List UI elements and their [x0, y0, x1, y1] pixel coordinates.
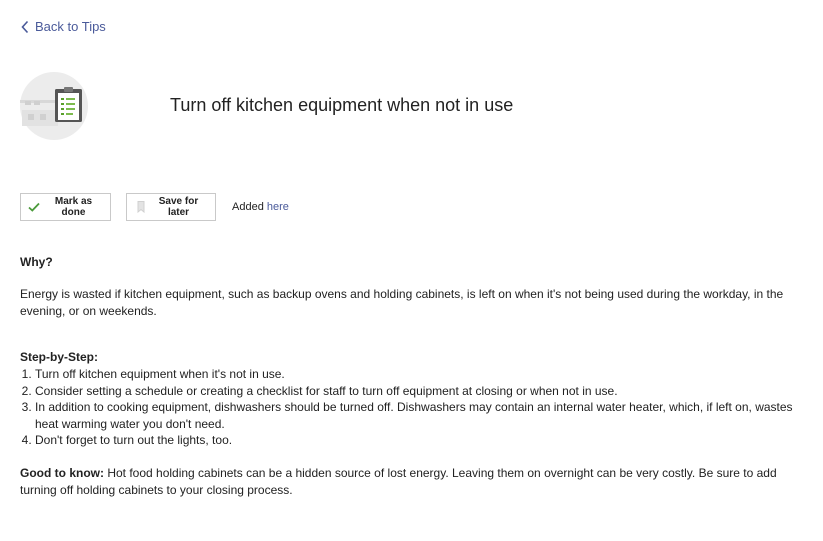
chevron-left-icon — [21, 20, 29, 33]
added-note: Added here — [232, 201, 289, 213]
good-to-know: Good to know: Hot food holding cabinets … — [20, 465, 800, 498]
added-prefix: Added — [232, 201, 264, 213]
step-item: Consider setting a schedule or creating … — [35, 383, 815, 400]
steps-list: Turn off kitchen equipment when it's not… — [20, 366, 815, 449]
added-here-link[interactable]: here — [267, 201, 289, 213]
why-body: Energy is wasted if kitchen equipment, s… — [20, 287, 784, 318]
back-to-tips-link[interactable]: Back to Tips — [20, 19, 106, 34]
mark-as-done-label: Mark as done — [54, 196, 93, 218]
step-item: In addition to cooking equipment, dishwa… — [35, 399, 815, 432]
back-link-label: Back to Tips — [35, 19, 106, 34]
steps-heading: Step-by-Step: — [20, 350, 98, 364]
mark-as-done-button[interactable]: Mark as done — [20, 193, 111, 221]
good-to-know-body: Hot food holding cabinets can be a hidde… — [20, 466, 777, 497]
bookmark-icon — [137, 201, 145, 213]
check-icon — [28, 202, 40, 212]
tip-actions: Mark as done Save for later Added here — [20, 193, 289, 221]
step-item: Don't forget to turn out the lights, too… — [35, 432, 815, 449]
save-for-later-label: Save for later — [158, 196, 199, 218]
good-to-know-label: Good to know: — [20, 466, 104, 480]
why-heading: Why? — [20, 255, 53, 269]
save-for-later-button[interactable]: Save for later — [126, 193, 216, 221]
kitchen-checklist-illustration — [20, 72, 88, 140]
page-title: Turn off kitchen equipment when not in u… — [170, 95, 514, 115]
step-item: Turn off kitchen equipment when it's not… — [35, 366, 815, 383]
